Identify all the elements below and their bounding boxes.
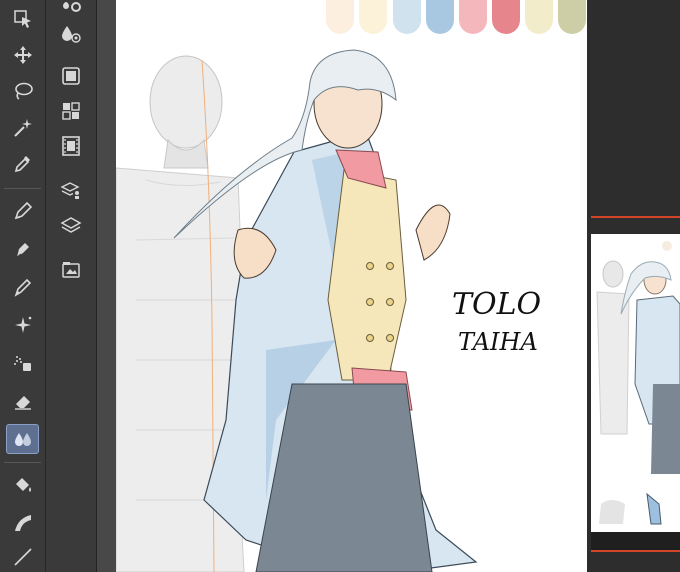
tool-bar [0,0,46,572]
animation-button[interactable] [57,132,85,160]
signature-line-2: TAIHA [458,328,538,356]
image-folder-icon [62,262,80,278]
canvas[interactable]: TOLO TAIHA [116,0,587,572]
tool-separator [4,462,41,463]
line-tool[interactable] [6,542,39,572]
blend-tool[interactable] [6,424,39,454]
fill-tool[interactable] [6,470,39,500]
tone-button[interactable] [57,97,85,125]
object-select-icon [13,10,31,28]
object-select-tool[interactable] [6,4,39,34]
vest [327,169,407,381]
signature-line-1: TOLO [452,287,541,322]
paint-bucket-icon [15,478,31,492]
color-mixing-button[interactable] [57,20,85,48]
tool-separator [4,188,41,189]
blend-drops-icon [14,433,31,446]
layer-property-icon [60,182,80,199]
command-bar [46,0,97,572]
eyedropper-tool[interactable] [6,148,39,178]
pen-tool[interactable] [6,196,39,226]
sparkle-icon [14,316,31,333]
navigator-preview[interactable] [591,234,680,532]
droplet-target-icon [62,26,81,43]
lasso-tool[interactable] [6,76,39,106]
magic-wand-icon [13,119,32,137]
layers-button[interactable] [57,212,85,240]
brush-icon [14,278,31,297]
right-panel [587,0,680,572]
brush-tool[interactable] [6,272,39,302]
navigator-footer [591,532,680,552]
film-icon [62,136,80,156]
gradient-icon [14,515,31,531]
navigator-thumbnail [596,241,680,525]
canvas-margin [97,0,116,572]
move-tool[interactable] [6,40,39,70]
gradient-tool[interactable] [6,508,39,538]
move-icon [13,46,32,64]
panel-divider [591,216,680,218]
lasso-icon [14,82,33,100]
airbrush-icon [13,356,31,371]
eraser-tool[interactable] [6,386,39,416]
eraser-icon [14,396,31,410]
decoration-tool[interactable] [6,310,39,340]
magic-wand-tool[interactable] [6,112,39,142]
eyedropper-icon [14,156,30,173]
tone-grid-icon [62,102,80,120]
sub-view-button[interactable] [57,256,85,284]
signature: TOLO TAIHA [452,287,541,356]
gear-icon [63,2,81,12]
material-settings-button[interactable] [57,0,85,20]
mask-icon [62,67,80,85]
pencil-icon [16,243,29,258]
line-icon [13,548,32,566]
pencil-tool[interactable] [6,234,39,264]
panel-divider [591,550,680,552]
layer-mask-button[interactable] [57,62,85,90]
pen-icon [14,201,32,220]
layers-icon [60,217,82,233]
layer-property-button[interactable] [57,176,85,204]
airbrush-tool[interactable] [6,348,39,378]
